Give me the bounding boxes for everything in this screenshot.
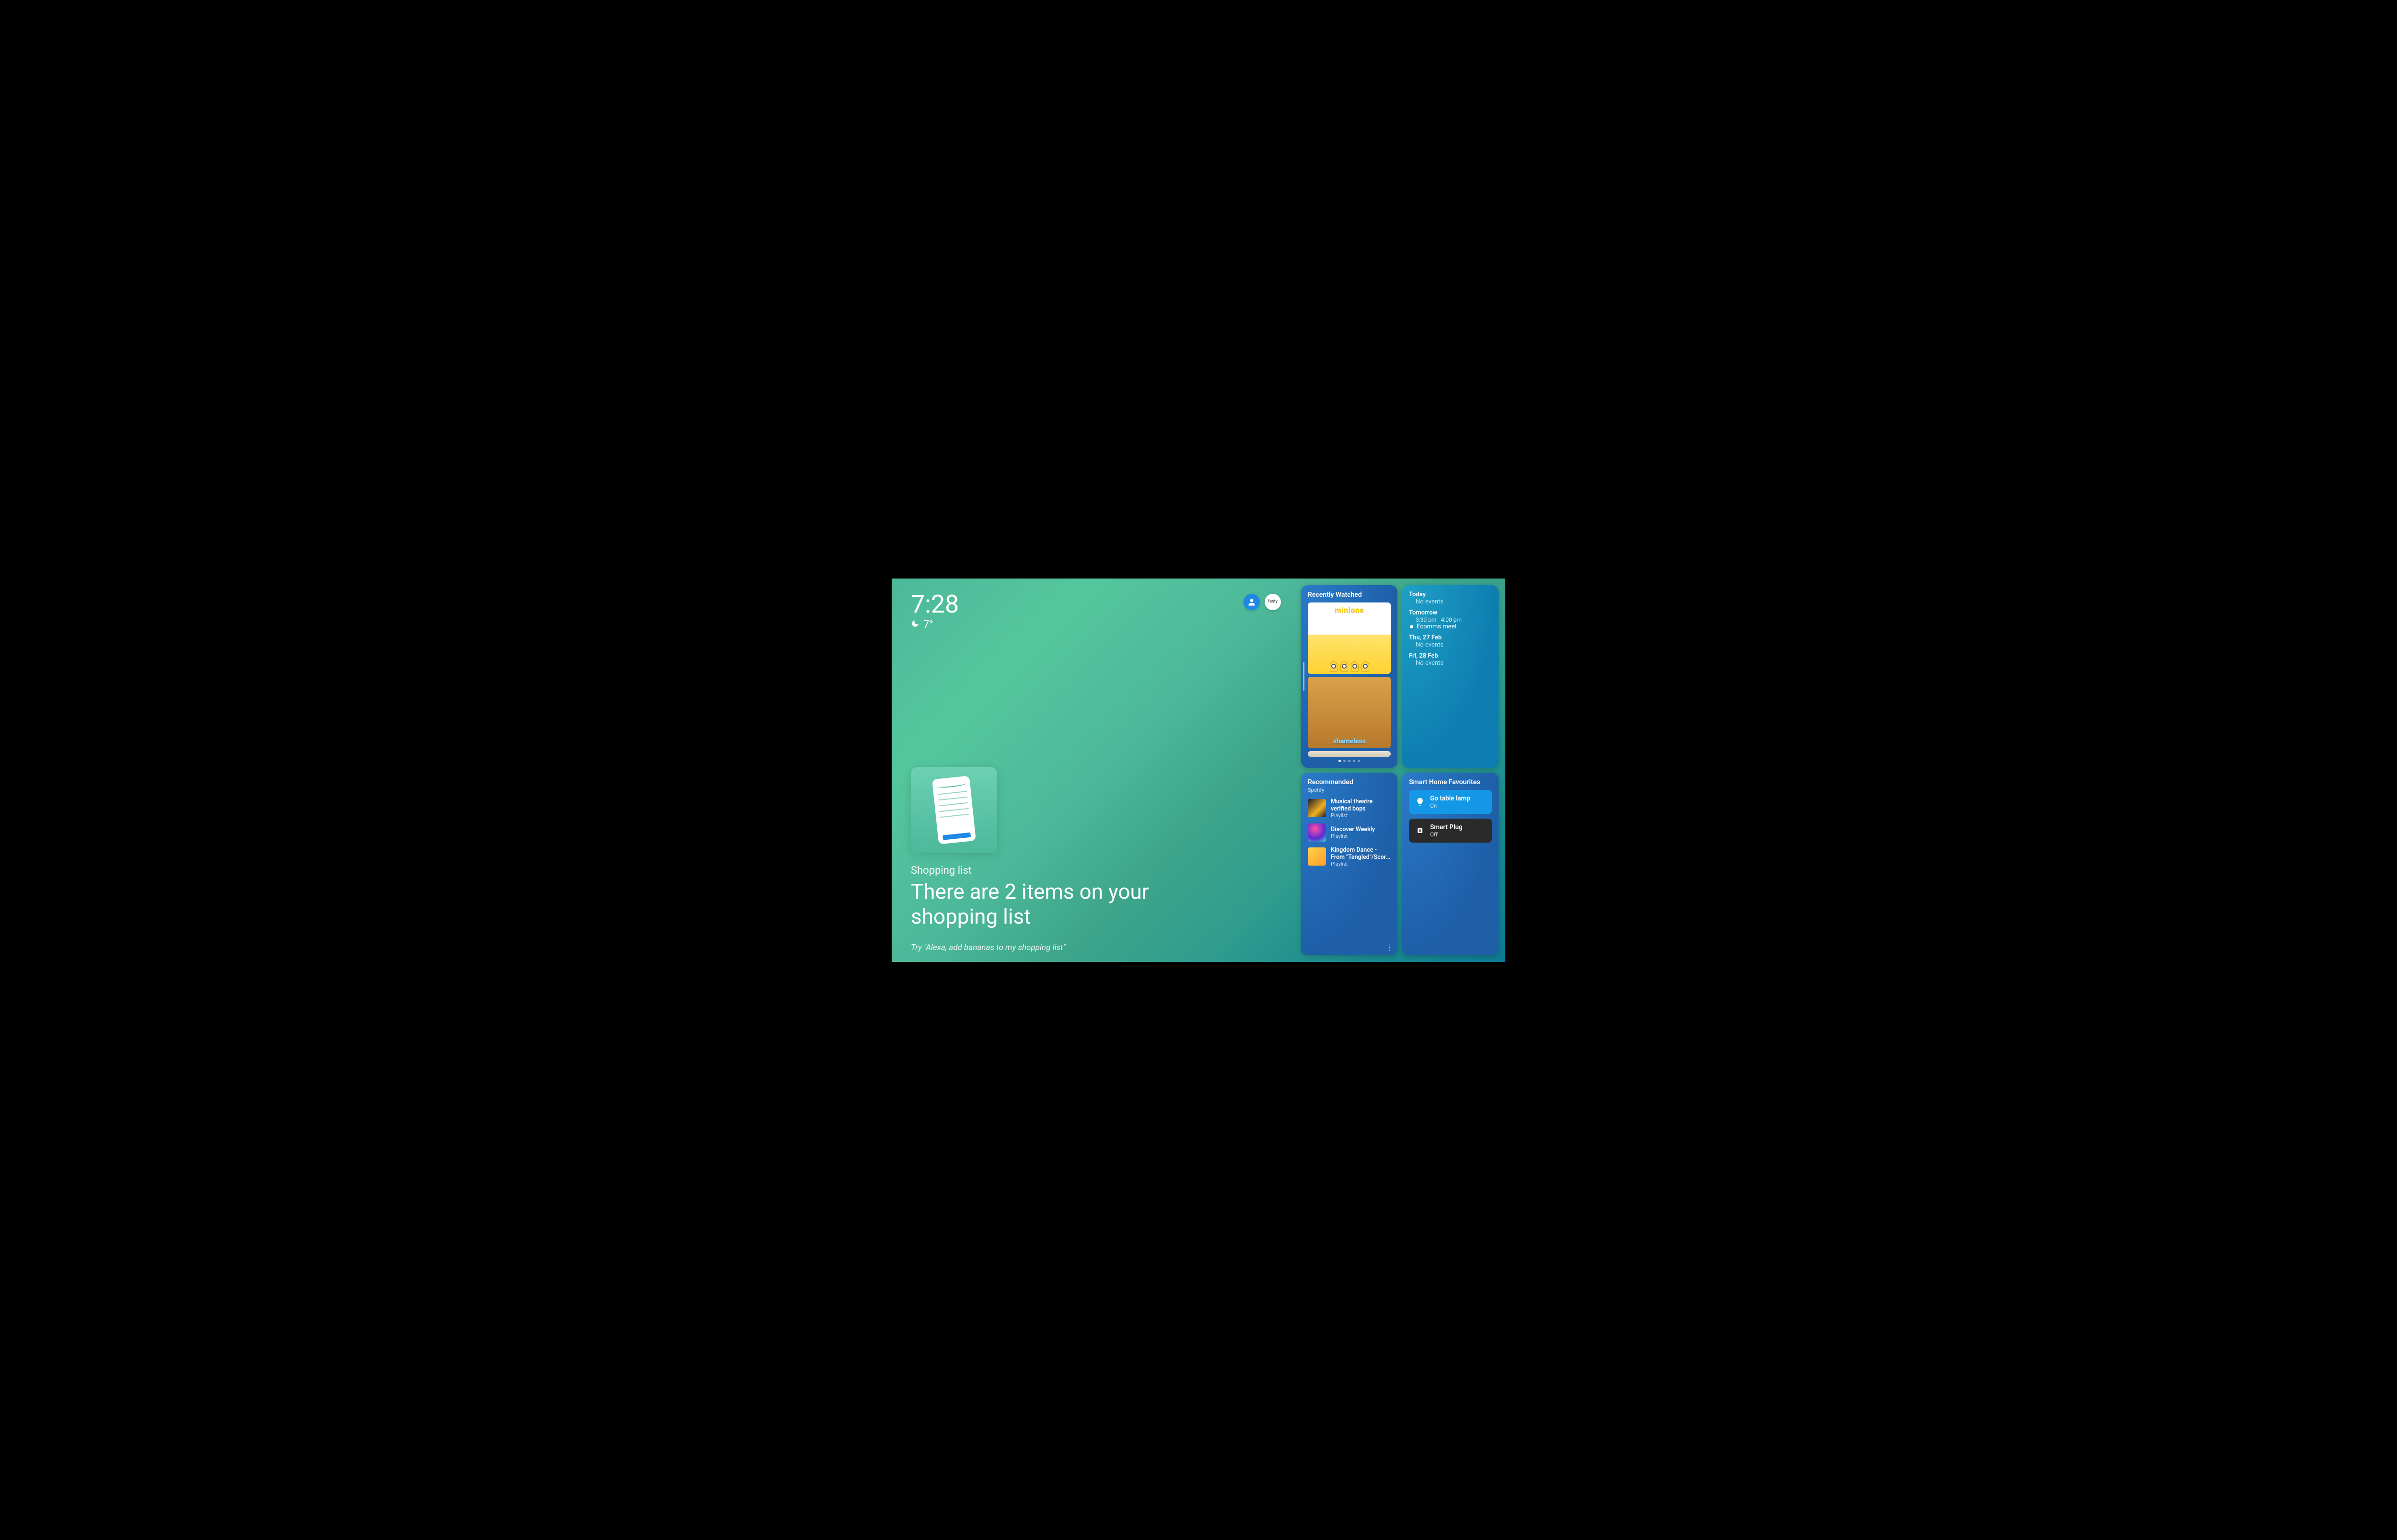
hero-card[interactable]: Shopping list There are 2 items on your … — [911, 767, 1281, 952]
profile-icons: fasty — [1244, 592, 1281, 610]
widget-provider: Spotify — [1308, 787, 1391, 793]
hero-title: There are 2 items on your shopping list — [911, 880, 1179, 929]
clock-time: 7:28 — [911, 592, 959, 617]
rec-type: Playlist — [1331, 812, 1391, 819]
rec-type: Playlist — [1331, 833, 1375, 839]
rec-item[interactable]: Kingdom Dance - From "Tangled"/Score Rad… — [1308, 846, 1391, 867]
event-time: 3:30 pm - 4:00 pm — [1409, 616, 1492, 623]
shopping-list-illustration — [911, 767, 997, 853]
service-badge-icon[interactable]: fasty — [1265, 594, 1281, 610]
day-label: Fri, 28 Feb — [1409, 652, 1492, 660]
watched-item-minions[interactable]: minions — [1308, 602, 1391, 674]
device-smart-plug[interactable]: Smart Plug Off — [1409, 819, 1492, 843]
rec-type: Playlist — [1331, 861, 1391, 867]
calendar-day-fri[interactable]: Fri, 28 Feb No events — [1409, 652, 1492, 667]
calendar-day-tomorrow[interactable]: Tomorrow 3:30 pm - 4:00 pm Ecomms meet — [1409, 609, 1492, 630]
device-name: Smart Plug — [1430, 823, 1463, 831]
main-pane: 7:28 7° fasty — [892, 579, 1298, 962]
event-name: Ecomms meet — [1417, 623, 1457, 630]
more-icon[interactable]: ⋯ — [1385, 944, 1394, 952]
rec-name: Discover Weekly — [1331, 826, 1375, 833]
thumb-label: shameless — [1333, 737, 1365, 745]
top-row: 7:28 7° fasty — [911, 592, 1281, 631]
home-screen: 7:28 7° fasty — [892, 579, 1505, 962]
widget-title: Recommended — [1308, 778, 1391, 786]
device-state: On — [1430, 802, 1470, 809]
rec-item[interactable]: Musical theatre verified bops Playlist — [1308, 798, 1391, 819]
no-events-text: No events — [1409, 641, 1492, 648]
weather: 7° — [911, 619, 959, 631]
album-art-icon — [1308, 847, 1326, 866]
smart-home-widget[interactable]: Smart Home Favourites Go table lamp On — [1402, 773, 1499, 955]
event-dot-icon — [1410, 625, 1413, 628]
widget-title: Recently Watched — [1308, 591, 1391, 599]
hero-subtitle: Shopping list — [911, 865, 1281, 877]
no-events-text: No events — [1409, 660, 1492, 667]
plug-icon — [1415, 825, 1425, 836]
album-art-icon — [1308, 823, 1326, 842]
widget-title: Smart Home Favourites — [1409, 778, 1492, 786]
calendar-widget[interactable]: Today No events Tomorrow 3:30 pm - 4:00 … — [1402, 585, 1499, 768]
thumb-label: minions — [1335, 605, 1364, 614]
pager-dots[interactable] — [1308, 757, 1391, 762]
calendar-day-today[interactable]: Today No events — [1409, 591, 1492, 605]
device-name: Go table lamp — [1430, 795, 1470, 802]
calendar-day-thu[interactable]: Thu, 27 Feb No events — [1409, 634, 1492, 648]
day-label: Thu, 27 Feb — [1409, 634, 1492, 641]
recommended-widget[interactable]: Recommended Spotify Musical theatre veri… — [1301, 773, 1397, 955]
widgets-panel: Recently Watched minions shameless Today — [1298, 579, 1505, 962]
moon-icon — [911, 619, 919, 630]
device-go-table-lamp[interactable]: Go table lamp On — [1409, 790, 1492, 814]
bulb-icon — [1415, 797, 1425, 807]
no-events-text: No events — [1409, 598, 1492, 605]
recently-watched-widget[interactable]: Recently Watched minions shameless — [1301, 585, 1397, 768]
user-profile-icon[interactable] — [1244, 594, 1260, 610]
rec-name: Musical theatre verified bops — [1331, 798, 1391, 812]
rec-name: Kingdom Dance - From "Tangled"/Score Rad… — [1331, 846, 1391, 861]
watched-item-more[interactable] — [1308, 751, 1391, 757]
day-label: Today — [1409, 591, 1492, 598]
drag-handle-icon[interactable] — [1303, 662, 1304, 691]
temperature: 7° — [923, 619, 933, 631]
hero-hint: Try "Alexa, add bananas to my shopping l… — [911, 943, 1281, 952]
watched-item-shameless[interactable]: shameless — [1308, 677, 1391, 748]
day-label: Tomorrow — [1409, 609, 1492, 616]
album-art-icon — [1308, 799, 1326, 817]
device-state: Off — [1430, 831, 1463, 838]
rec-item[interactable]: Discover Weekly Playlist — [1308, 823, 1391, 842]
clock-block[interactable]: 7:28 7° — [911, 592, 959, 631]
